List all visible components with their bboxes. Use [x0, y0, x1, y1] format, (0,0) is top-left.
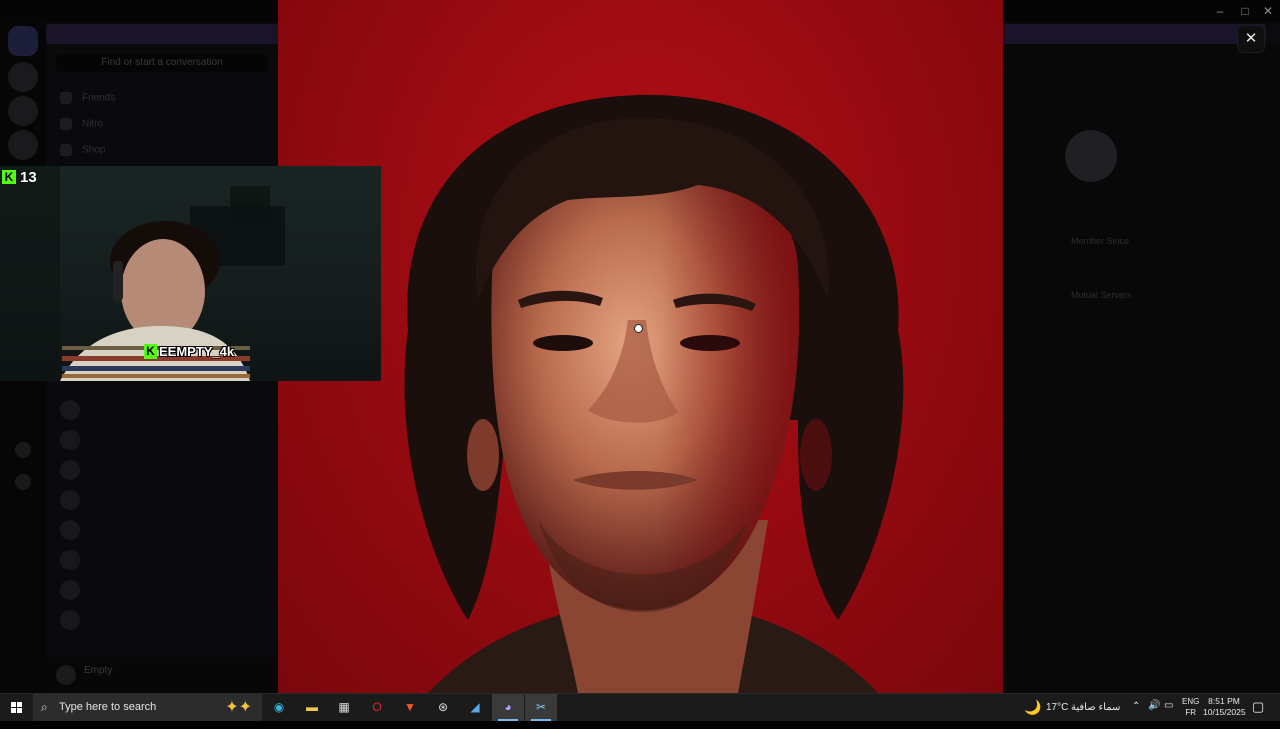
- file-explorer-icon[interactable]: ▬: [296, 694, 328, 721]
- weather-temp[interactable]: 17°C: [1046, 702, 1068, 729]
- avatar: [60, 460, 80, 480]
- search-placeholder: Type here to search: [59, 701, 157, 713]
- user-bar: Empty: [46, 657, 278, 693]
- nav-nitro[interactable]: Nitro: [60, 118, 103, 134]
- paint-icon[interactable]: ◢: [459, 694, 491, 721]
- viewer-count: 13: [20, 168, 37, 186]
- snipping-tool-icon[interactable]: ✂: [525, 694, 557, 721]
- avatar[interactable]: [56, 665, 76, 685]
- list-item[interactable]: [60, 610, 88, 630]
- window-close-icon[interactable]: ✕: [1258, 3, 1278, 19]
- list-item[interactable]: [60, 430, 88, 450]
- start-button[interactable]: [0, 694, 32, 721]
- edge-icon[interactable]: ◉: [263, 694, 295, 721]
- list-item[interactable]: [60, 550, 88, 570]
- volume-icon[interactable]: 🔊: [1148, 700, 1160, 727]
- avatar: [60, 550, 80, 570]
- profile-panel: Member Since Mutual Servers: [1003, 44, 1280, 693]
- avatar: [60, 580, 80, 600]
- server-icon[interactable]: [8, 62, 38, 92]
- language-line2: FR: [1185, 708, 1196, 717]
- notification-icon[interactable]: ▢: [1252, 699, 1264, 726]
- image-preview[interactable]: [278, 0, 1003, 693]
- member-since-label: Member Since: [1071, 236, 1130, 246]
- steam-icon[interactable]: ⊛: [427, 694, 459, 721]
- server-icon[interactable]: [8, 130, 38, 160]
- dm-search-input[interactable]: Find or start a conversation: [56, 54, 268, 72]
- streamer-name: EEMPTY_4k: [159, 344, 235, 359]
- streamer-handle: K EEMPTY_4k: [144, 344, 234, 359]
- list-item[interactable]: [60, 490, 88, 510]
- avatar: [60, 490, 80, 510]
- close-icon: ✕: [1244, 30, 1258, 47]
- avatar: [60, 520, 80, 540]
- kick-logo-icon: K: [2, 170, 16, 184]
- clock-time: 8:51 PM: [1208, 696, 1240, 706]
- nav-friends[interactable]: Friends: [60, 92, 115, 108]
- list-item[interactable]: [60, 460, 88, 480]
- mouse-cursor: [634, 324, 643, 333]
- kick-logo-icon: K: [144, 344, 157, 359]
- store-icon[interactable]: ▦: [328, 694, 360, 721]
- clock[interactable]: 8:51 PM 10/15/2025: [1203, 696, 1246, 723]
- chevron-up-icon[interactable]: ⌃: [1132, 701, 1140, 728]
- taskbar-search[interactable]: ⌕ Type here to search ✦✦: [33, 694, 262, 721]
- list-item[interactable]: [60, 520, 88, 540]
- avatar: [60, 400, 80, 420]
- maximize-icon[interactable]: □: [1235, 3, 1255, 19]
- opera-icon[interactable]: O: [361, 694, 393, 721]
- list-item[interactable]: [60, 400, 88, 420]
- network-icon[interactable]: ▭: [1164, 700, 1173, 727]
- avatar: [60, 610, 80, 630]
- taskbar: ⌕ Type here to search ✦✦ ◉ ▬ ▦ O ▼ ⊛ ◢ ◕…: [0, 693, 1280, 721]
- nav-shop[interactable]: Shop: [60, 144, 105, 160]
- language-indicator[interactable]: ENG FR: [1182, 696, 1199, 723]
- search-icon: ⌕: [41, 700, 48, 714]
- clock-date: 10/15/2025: [1203, 707, 1246, 717]
- explore-icon[interactable]: [15, 474, 31, 490]
- moon-icon[interactable]: 🌙: [1024, 699, 1041, 726]
- viewer-count-badge: K 13: [2, 168, 37, 186]
- mutual-servers-label[interactable]: Mutual Servers: [1071, 290, 1132, 300]
- portrait-image: [404, 94, 904, 693]
- minimize-icon[interactable]: –: [1210, 3, 1230, 19]
- webcam-overlay: K 13 K EEMPTY_4k: [0, 166, 381, 381]
- server-icon[interactable]: [8, 96, 38, 126]
- list-item[interactable]: [60, 580, 88, 600]
- add-server-icon[interactable]: [15, 442, 31, 458]
- brave-icon[interactable]: ▼: [394, 694, 426, 721]
- avatar: [1065, 130, 1117, 182]
- language-line1: ENG: [1182, 697, 1200, 706]
- discord-icon[interactable]: ◕: [492, 694, 524, 721]
- avatar: [60, 430, 80, 450]
- close-button[interactable]: ✕: [1237, 25, 1265, 53]
- weather-description[interactable]: سماء صافية: [1071, 702, 1120, 729]
- home-icon[interactable]: [8, 26, 38, 56]
- user-name: Empty: [84, 665, 113, 676]
- sparkle-icon[interactable]: ✦✦: [225, 697, 252, 717]
